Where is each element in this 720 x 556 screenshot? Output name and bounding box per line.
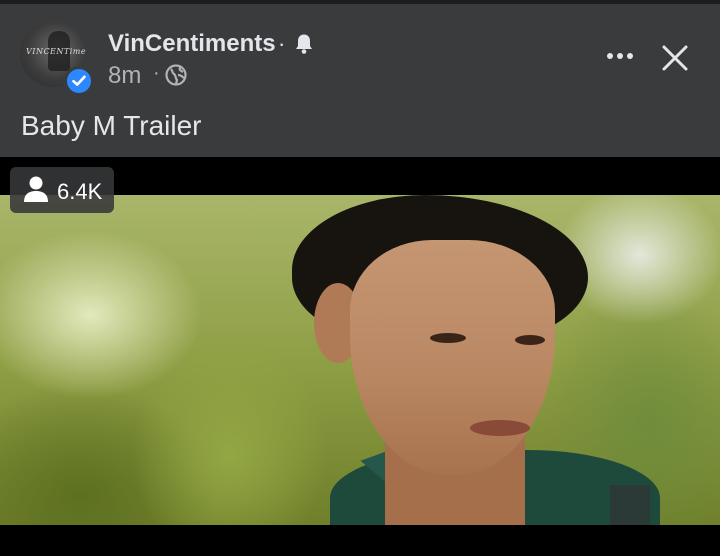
more-options-button[interactable] bbox=[603, 42, 639, 70]
viewer-count: 6.4K bbox=[57, 179, 103, 204]
more-dot-icon bbox=[607, 53, 613, 59]
person-icon bbox=[23, 175, 49, 208]
post-timestamp[interactable]: 8m bbox=[108, 62, 141, 90]
video-subject-eye bbox=[515, 335, 545, 345]
post-caption: Baby M Trailer bbox=[21, 110, 202, 141]
verified-badge-icon bbox=[64, 66, 94, 96]
live-viewers-badge: 6.4K bbox=[10, 167, 114, 213]
video-player[interactable]: 6.4K bbox=[0, 157, 720, 556]
close-icon bbox=[662, 45, 688, 71]
video-subject-eye bbox=[430, 333, 466, 343]
meta-separator: · bbox=[153, 62, 160, 84]
more-dot-icon bbox=[627, 53, 633, 59]
globe-icon bbox=[165, 64, 187, 91]
page-name-link[interactable]: VinCentiments bbox=[108, 30, 276, 58]
bell-icon[interactable] bbox=[294, 33, 314, 60]
video-subject-strap bbox=[610, 485, 650, 525]
more-dot-icon bbox=[617, 53, 623, 59]
avatar-logo-text: VINCENTiments bbox=[26, 47, 86, 56]
name-separator: · bbox=[278, 31, 286, 56]
close-button[interactable] bbox=[657, 40, 693, 76]
video-subject-lips bbox=[470, 420, 530, 436]
post-header: VINCENTiments VinCentiments · 8m · Baby … bbox=[0, 4, 720, 157]
video-frame[interactable] bbox=[0, 195, 720, 525]
